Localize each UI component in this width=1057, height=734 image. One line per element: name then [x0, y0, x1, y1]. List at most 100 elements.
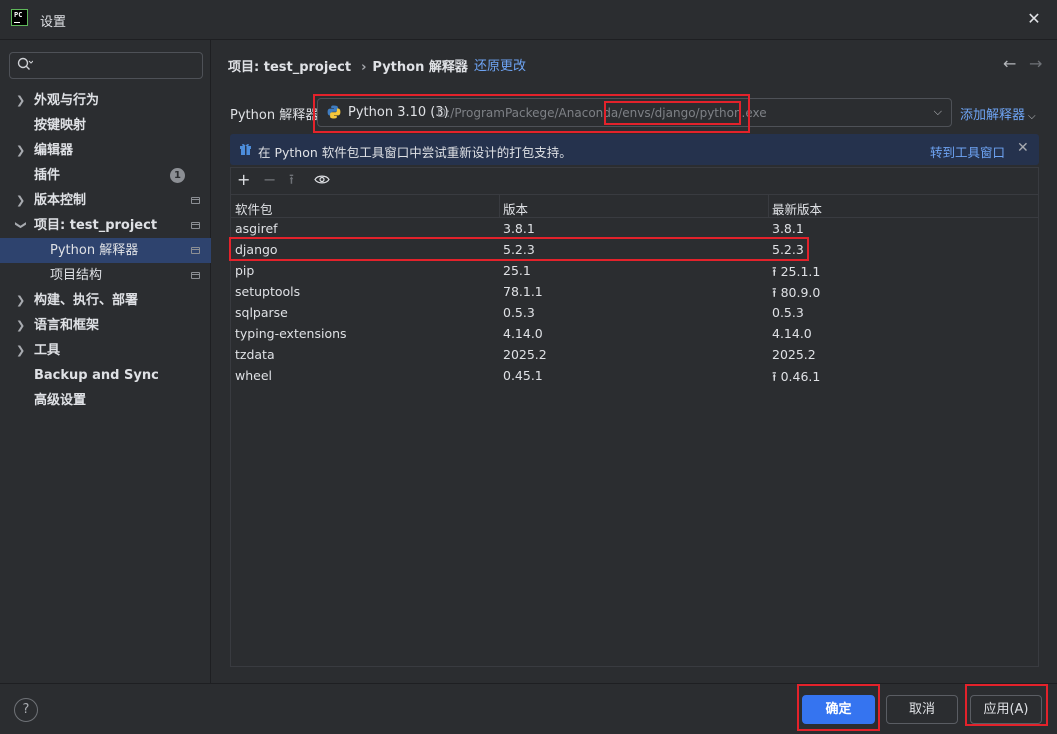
- table-row[interactable]: tzdata 2025.2 2025.2: [231, 344, 1038, 365]
- package-version-cell: 78.1.1: [503, 284, 543, 299]
- search-box[interactable]: [9, 52, 203, 79]
- arrow-right-icon[interactable]: →: [1029, 54, 1042, 73]
- chevron-down-icon: ❯: [14, 220, 28, 230]
- package-name-cell: wheel: [235, 368, 272, 383]
- package-name-cell: asgiref: [235, 221, 278, 236]
- sidebar-item-project[interactable]: ❯ 项目: test_project: [0, 213, 211, 238]
- add-icon[interactable]: +: [237, 170, 250, 190]
- banner-text: 在 Python 软件包工具窗口中尝试重新设计的打包支持。: [258, 145, 572, 160]
- sidebar-item-label: 按键映射: [34, 118, 87, 133]
- project-scope-icon: [455, 59, 464, 66]
- column-divider: [499, 195, 500, 218]
- sidebar-item-python-interpreter[interactable]: Python 解释器: [0, 238, 211, 263]
- sidebar-item-appearance[interactable]: ❯ 外观与行为: [0, 88, 211, 113]
- package-version-cell-text: 3.8.1: [503, 221, 535, 236]
- eye-icon[interactable]: [314, 174, 330, 185]
- package-name-cell: pip: [235, 263, 254, 278]
- close-icon[interactable]: ✕: [1023, 8, 1045, 30]
- project-scope-icon: [191, 247, 200, 254]
- close-icon[interactable]: ✕: [1017, 140, 1029, 156]
- project-scope-icon: [191, 272, 200, 279]
- package-version-cell: 4.14.0: [503, 326, 543, 341]
- sidebar-item-label: 语言和框架: [34, 318, 100, 333]
- project-scope-icon: [191, 222, 200, 229]
- sidebar-item-editor[interactable]: ❯ 编辑器: [0, 138, 211, 163]
- package-name-cell-text: wheel: [235, 368, 272, 383]
- chevron-right-icon: ❯: [16, 144, 26, 157]
- add-interpreter-label: 添加解释器: [960, 108, 1026, 123]
- add-interpreter-link[interactable]: 添加解释器 ⌵: [960, 104, 1036, 123]
- package-latest-cell: 2025.2: [772, 347, 816, 362]
- package-version-cell-text: 25.1: [503, 263, 531, 278]
- arrow-left-icon[interactable]: ←: [1003, 54, 1016, 73]
- reset-changes-link[interactable]: 还原更改: [474, 55, 526, 74]
- packages-toolbar: + − ⭱: [231, 168, 1038, 194]
- sidebar-item-advanced[interactable]: 高级设置: [0, 388, 211, 413]
- package-version-cell: 0.5.3: [503, 305, 535, 320]
- annotation-box-apply: [965, 684, 1048, 726]
- package-version-cell-text: 0.5.3: [503, 305, 535, 320]
- package-latest-cell: 3.8.1: [772, 221, 804, 236]
- pycharm-logo-icon: PC: [11, 9, 28, 26]
- package-latest-cell: ⭱ 0.46.1: [772, 368, 820, 390]
- chevron-right-icon: ❯: [16, 294, 26, 307]
- project-scope-icon: [191, 197, 200, 204]
- package-name-cell-text: pip: [235, 263, 255, 278]
- help-icon[interactable]: ?: [14, 698, 38, 722]
- package-name-cell: setuptools: [235, 284, 300, 299]
- annotation-box-path: [604, 101, 741, 125]
- package-version-cell-text: 0.45.1: [503, 368, 543, 383]
- annotation-box-django-row: [229, 237, 809, 261]
- package-name-cell-text: sqlparse: [235, 305, 288, 320]
- sidebar-item-project-structure[interactable]: 项目结构: [0, 263, 211, 288]
- chevron-right-icon: ❯: [16, 344, 26, 357]
- table-row[interactable]: wheel 0.45.1 ⭱ 0.46.1: [231, 365, 1038, 386]
- table-row[interactable]: typing-extensions 4.14.0 4.14.0: [231, 323, 1038, 344]
- table-row[interactable]: sqlparse 0.5.3 0.5.3: [231, 302, 1038, 323]
- sidebar-item-keymap[interactable]: 按键映射: [0, 113, 211, 138]
- table-row[interactable]: pip 25.1 ⭱ 25.1.1: [231, 260, 1038, 281]
- package-version-cell: 2025.2: [503, 347, 547, 362]
- sidebar-item-label: 外观与行为: [34, 93, 100, 108]
- table-row[interactable]: asgiref 3.8.1 3.8.1: [231, 218, 1038, 239]
- header-version[interactable]: 版本: [503, 199, 528, 218]
- sidebar-item-tools[interactable]: ❯ 工具: [0, 338, 211, 363]
- package-version-cell: 25.1: [503, 263, 531, 278]
- upgrade-available-icon: ⭱: [772, 370, 777, 385]
- breadcrumb-project: 项目: test_project: [228, 60, 352, 75]
- column-divider: [768, 195, 769, 218]
- sidebar-item-backup-sync[interactable]: Backup and Sync: [0, 363, 211, 388]
- interpreter-label: Python 解释器:: [230, 108, 323, 123]
- package-latest-cell-text: 0.46.1: [780, 369, 821, 384]
- packages-table: 软件包 版本 最新版本 asgiref 3.8.1 3.8.1 django 5.2.3…: [231, 194, 1038, 386]
- settings-sidebar: ❯ 外观与行为 按键映射 ❯ 编辑器 插件 1 ❯ 版本控制 ❯ 项目: test_pro…: [0, 40, 211, 683]
- upgrade-icon[interactable]: ⭱: [289, 170, 294, 190]
- sidebar-item-languages[interactable]: ❯ 语言和框架: [0, 313, 211, 338]
- logo-text: PC: [14, 11, 23, 19]
- package-latest-cell-text: 25.1.1: [780, 264, 821, 279]
- package-latest-cell: 4.14.0: [772, 326, 812, 341]
- cancel-button[interactable]: 取消: [886, 695, 958, 724]
- package-name-cell-text: tzdata: [235, 347, 275, 362]
- settings-nav: ❯ 外观与行为 按键映射 ❯ 编辑器 插件 1 ❯ 版本控制 ❯ 项目: test_pro…: [0, 88, 211, 413]
- sidebar-item-version-control[interactable]: ❯ 版本控制: [0, 188, 211, 213]
- breadcrumb: 项目: test_project › Python 解释器: [228, 56, 468, 76]
- table-row[interactable]: setuptools 78.1.1 ⭱ 80.9.0: [231, 281, 1038, 302]
- package-name-cell-text: typing-extensions: [235, 326, 347, 341]
- sidebar-item-plugins[interactable]: 插件 1: [0, 163, 211, 188]
- package-version-cell: 3.8.1: [503, 221, 535, 236]
- chevron-right-icon: ❯: [16, 194, 26, 207]
- sidebar-item-label: 工具: [34, 343, 61, 358]
- go-to-tool-window-link[interactable]: 转到工具窗口: [930, 142, 1005, 161]
- header-package[interactable]: 软件包: [235, 199, 273, 218]
- chevron-down-icon: ⌵: [1028, 111, 1036, 122]
- sidebar-item-label: 项目: test_project: [34, 218, 158, 233]
- window-title: 设置: [40, 15, 67, 30]
- package-name-cell: tzdata: [235, 347, 275, 362]
- sidebar-item-label: 版本控制: [34, 193, 87, 208]
- header-latest-version[interactable]: 最新版本: [772, 199, 822, 218]
- search-input[interactable]: [38, 55, 198, 76]
- package-version-cell-text: 2025.2: [503, 347, 547, 362]
- sidebar-item-build[interactable]: ❯ 构建、执行、部署: [0, 288, 211, 313]
- remove-icon[interactable]: −: [263, 170, 276, 190]
